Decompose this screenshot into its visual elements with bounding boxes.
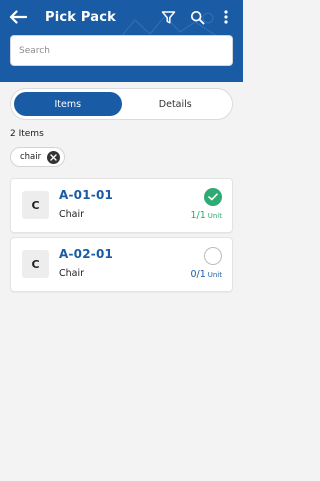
quantity-value: 0/1 xyxy=(190,269,206,280)
more-vert-icon xyxy=(224,10,228,24)
search-input[interactable] xyxy=(11,36,232,65)
filter-icon xyxy=(161,10,175,24)
search-icon xyxy=(190,10,204,24)
view-tabs: Items Details xyxy=(10,88,233,120)
quantity-unit: Unit xyxy=(207,271,222,279)
search-field xyxy=(10,35,233,66)
close-icon xyxy=(50,153,57,161)
filter-button[interactable] xyxy=(158,7,178,27)
list-item[interactable]: C A-02-01 Chair 0/1 Unit xyxy=(10,237,233,292)
items-count: 2 Items xyxy=(10,129,44,139)
item-location: A-01-01 xyxy=(59,188,114,202)
quantity-unit: Unit xyxy=(207,212,222,220)
search-button[interactable] xyxy=(187,7,207,27)
app-header: Pick Pack xyxy=(0,0,243,82)
item-avatar: C xyxy=(22,191,49,219)
chip-remove-button[interactable] xyxy=(47,150,61,164)
tab-details[interactable]: Details xyxy=(122,92,230,116)
item-quantity: 0/1 Unit xyxy=(190,269,222,280)
list-item[interactable]: C A-01-01 Chair 1/1 Unit xyxy=(10,178,233,233)
status-indicator-complete xyxy=(204,188,222,206)
more-options-button[interactable] xyxy=(218,7,234,27)
item-location: A-02-01 xyxy=(59,247,114,261)
item-quantity: 1/1 Unit xyxy=(190,210,222,221)
item-name: Chair xyxy=(59,209,85,220)
back-arrow-icon xyxy=(9,10,27,24)
quantity-value: 1/1 xyxy=(190,210,206,221)
item-name: Chair xyxy=(59,268,85,279)
filter-chip: chair xyxy=(10,147,66,167)
filter-chip-label: chair xyxy=(20,152,42,162)
page-title: Pick Pack xyxy=(45,10,116,25)
check-icon xyxy=(208,193,218,201)
item-avatar: C xyxy=(22,250,49,278)
back-button[interactable] xyxy=(6,6,30,28)
tab-items[interactable]: Items xyxy=(14,92,122,116)
status-indicator-pending xyxy=(204,247,222,265)
